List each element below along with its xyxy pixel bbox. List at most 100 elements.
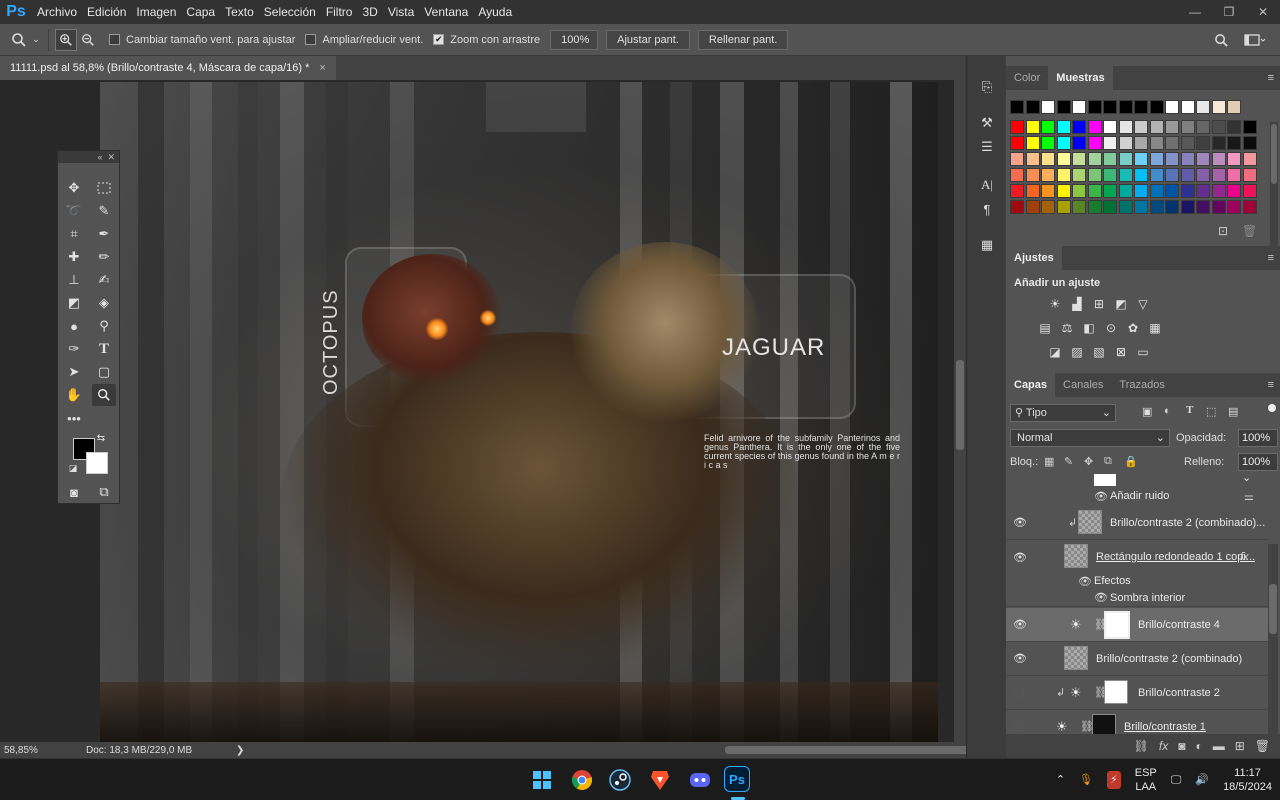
color-swatch[interactable] bbox=[1103, 136, 1117, 150]
new-adjustment-icon[interactable]: ◐ bbox=[1195, 739, 1202, 753]
lock-all-icon[interactable]: 🔒 bbox=[1124, 455, 1138, 468]
quick-selection-icon[interactable]: ✎ bbox=[92, 200, 116, 222]
zoom-percent-field[interactable]: 100% bbox=[550, 29, 599, 50]
color-swatch[interactable] bbox=[1242, 120, 1257, 134]
status-menu-icon[interactable]: ❯ bbox=[236, 745, 256, 756]
color-swatch[interactable] bbox=[1041, 120, 1055, 134]
opacity-field[interactable]: 100% ⌄ bbox=[1238, 429, 1278, 460]
tab-canales[interactable]: Canales bbox=[1055, 373, 1111, 397]
color-swatch[interactable] bbox=[1025, 152, 1040, 166]
color-swatch[interactable] bbox=[1149, 100, 1164, 114]
history-brush-icon[interactable]: ✍ bbox=[92, 269, 116, 291]
paint-bucket-icon[interactable]: ◈ bbox=[92, 292, 116, 314]
color-swatch[interactable] bbox=[1165, 136, 1179, 150]
color-swatch[interactable] bbox=[1103, 168, 1117, 182]
color-swatch[interactable] bbox=[1180, 136, 1195, 150]
menu-seleccion[interactable]: Selección bbox=[259, 0, 321, 24]
color-swatch[interactable] bbox=[1180, 100, 1195, 114]
steam-icon[interactable] bbox=[606, 766, 634, 794]
checkbox-box[interactable] bbox=[109, 34, 120, 45]
eye-icon[interactable]: 👁 bbox=[1094, 490, 1108, 503]
character-panel-icon[interactable]: A| bbox=[976, 174, 998, 196]
menu-archivo[interactable]: Archivo bbox=[32, 0, 82, 24]
libraries-icon[interactable]: ▦ bbox=[976, 234, 998, 256]
color-swatch[interactable] bbox=[1180, 168, 1195, 182]
color-swatch[interactable] bbox=[1072, 136, 1086, 150]
color-swatch[interactable] bbox=[1118, 200, 1133, 214]
scroll-thumb[interactable] bbox=[1269, 584, 1277, 634]
eye-icon[interactable]: 👁 bbox=[1078, 575, 1092, 588]
color-swatch[interactable] bbox=[1242, 200, 1257, 214]
color-swatch[interactable] bbox=[1149, 168, 1164, 182]
eye-icon[interactable]: 👁 bbox=[1012, 652, 1028, 665]
layer-row[interactable]: 👁 Rectángulo redondeado 1 copi... fx bbox=[1006, 540, 1268, 574]
color-swatch[interactable] bbox=[1149, 136, 1164, 150]
color-swatch[interactable] bbox=[1087, 136, 1102, 150]
color-swatch[interactable] bbox=[1056, 120, 1071, 134]
color-swatch[interactable] bbox=[1072, 120, 1086, 134]
dodge-tool-icon[interactable]: ⚲ bbox=[92, 315, 116, 337]
lock-transparent-icon[interactable]: ▦ bbox=[1044, 455, 1054, 468]
photoshop-logo-icon[interactable]: Ps bbox=[0, 0, 32, 24]
brightness-contrast-icon[interactable]: ☀ bbox=[1046, 296, 1064, 312]
color-swatch[interactable] bbox=[1118, 152, 1133, 166]
color-swatch[interactable] bbox=[1087, 120, 1102, 134]
photo-filter-icon[interactable]: ⊙ bbox=[1102, 320, 1120, 336]
black-white-icon[interactable]: ◧ bbox=[1080, 320, 1098, 336]
color-swatch[interactable] bbox=[1211, 136, 1226, 150]
eye-icon[interactable]: 👁 bbox=[1012, 618, 1028, 631]
lock-pixels-icon[interactable]: ✎ bbox=[1064, 455, 1073, 468]
close-panel-icon[interactable]: ✕ bbox=[107, 152, 115, 163]
healing-brush-icon[interactable]: ✚ bbox=[62, 246, 86, 268]
lock-position-icon[interactable]: ✥ bbox=[1084, 455, 1093, 468]
color-swatch[interactable] bbox=[1227, 184, 1241, 198]
swap-colors-icon[interactable]: ⇆ bbox=[94, 431, 108, 445]
selective-color-icon[interactable]: ⊠ bbox=[1112, 344, 1130, 360]
zoom-status[interactable]: 58,85% bbox=[4, 745, 86, 756]
default-colors-icon[interactable]: ◪ bbox=[66, 461, 80, 475]
filter-item[interactable]: 👁 Añadir ruido ⚌ bbox=[1006, 487, 1268, 505]
layer-row[interactable]: 👁 ↲ Brillo/contraste 2 (combinado)... bbox=[1006, 506, 1268, 540]
type-tool-icon[interactable]: T bbox=[92, 338, 116, 360]
color-swatch[interactable] bbox=[1180, 152, 1195, 166]
color-swatch[interactable] bbox=[1242, 136, 1257, 150]
color-swatch[interactable] bbox=[1149, 152, 1164, 166]
color-swatch[interactable] bbox=[1134, 100, 1148, 114]
paragraph-panel-icon[interactable]: ¶ bbox=[976, 198, 998, 220]
color-swatch[interactable] bbox=[1025, 120, 1040, 134]
color-swatch[interactable] bbox=[1134, 200, 1148, 214]
add-style-icon[interactable]: fx bbox=[1159, 739, 1168, 753]
menu-filtro[interactable]: Filtro bbox=[321, 0, 358, 24]
lasso-tool-icon[interactable]: ➰ bbox=[62, 200, 86, 222]
color-swatch[interactable] bbox=[1041, 200, 1055, 214]
color-swatch[interactable] bbox=[1211, 168, 1226, 182]
link-layers-icon[interactable]: ⛓ bbox=[1134, 739, 1149, 753]
photoshop-taskbar-icon[interactable]: Ps bbox=[724, 766, 750, 792]
filter-smart-object-icon[interactable]: ▤ bbox=[1228, 405, 1238, 418]
color-swatch[interactable] bbox=[1196, 200, 1210, 214]
color-swatch[interactable] bbox=[1149, 200, 1164, 214]
color-swatch[interactable] bbox=[1227, 200, 1241, 214]
blend-mode-select[interactable]: Normal ⌄ bbox=[1010, 429, 1170, 447]
pen-tool-icon[interactable]: ✑ bbox=[62, 338, 86, 360]
color-swatch[interactable] bbox=[1025, 200, 1040, 214]
lock-artboard-icon[interactable]: ⧉ bbox=[1104, 455, 1112, 468]
vertical-scrollbar[interactable] bbox=[954, 80, 966, 742]
color-swatch[interactable] bbox=[1227, 100, 1241, 114]
menu-edicion[interactable]: Edición bbox=[82, 0, 131, 24]
color-swatch[interactable] bbox=[1118, 184, 1133, 198]
eye-icon[interactable]: 👁 bbox=[1012, 516, 1028, 529]
color-swatch[interactable] bbox=[1010, 168, 1024, 182]
brave-icon[interactable] bbox=[646, 766, 674, 794]
effects-item[interactable]: 👁 Efectos bbox=[1006, 572, 1268, 590]
color-swatch[interactable] bbox=[1165, 168, 1179, 182]
filter-toggle-icon[interactable] bbox=[1268, 404, 1276, 412]
fit-screen-button[interactable]: Ajustar pant. bbox=[606, 29, 690, 50]
menu-ventana[interactable]: Ventana bbox=[419, 0, 473, 24]
workspace-icon[interactable] bbox=[1240, 29, 1270, 51]
color-swatch[interactable] bbox=[1165, 152, 1179, 166]
color-swatch[interactable] bbox=[1227, 120, 1241, 134]
visibility-toggle[interactable] bbox=[1014, 721, 1024, 732]
color-swatch[interactable] bbox=[1056, 152, 1071, 166]
color-swatch[interactable] bbox=[1196, 120, 1210, 134]
